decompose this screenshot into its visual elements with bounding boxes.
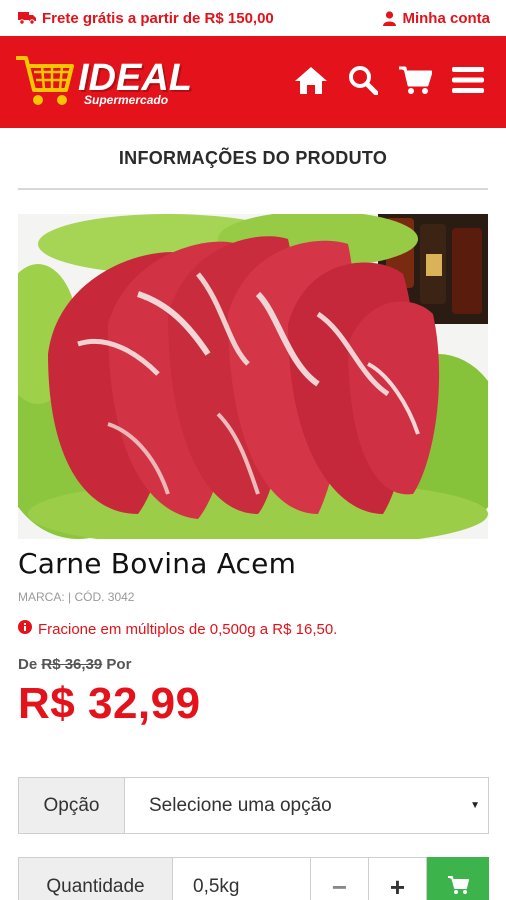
my-account-label[interactable]: Minha conta <box>402 10 490 27</box>
quantity-input[interactable]: 0,5kg <box>173 857 311 900</box>
dropdown-arrow-icon: ▼ <box>470 800 480 811</box>
old-price-suffix: Por <box>106 656 132 673</box>
cart-add-icon <box>447 875 469 900</box>
add-to-cart-button[interactable] <box>427 857 489 900</box>
user-icon <box>383 10 397 26</box>
quantity-label: Quantidade <box>18 857 173 900</box>
quantity-stepper: Quantidade 0,5kg − + <box>18 857 489 900</box>
info-icon <box>18 620 32 638</box>
option-selector: Opção Selecione uma opção ▼ <box>18 777 489 834</box>
product-name: Carne Bovina Acem <box>18 547 297 580</box>
site-header: IDEAL Supermercado <box>0 36 506 128</box>
old-price-line: De R$ 36,39 Por <box>18 656 488 673</box>
option-label: Opção <box>19 778 125 833</box>
product-meta: MARCA: | CÓD. 3042 <box>18 590 135 604</box>
cart-icon[interactable] <box>398 65 433 100</box>
old-price-prefix: De <box>18 656 38 673</box>
section-title: INFORMAÇÕES DO PRODUTO <box>18 128 488 190</box>
logo-title: IDEAL <box>78 56 192 99</box>
decrease-quantity-button[interactable]: − <box>311 857 369 900</box>
logo-wordmark: IDEAL Supermercado <box>78 59 192 106</box>
old-price: R$ 36,39 <box>41 656 103 673</box>
truck-icon <box>18 11 36 25</box>
store-logo[interactable]: IDEAL Supermercado <box>14 52 192 113</box>
free-shipping-text: Frete grátis a partir de R$ 150,00 <box>42 9 274 27</box>
top-info-bar: Frete grátis a partir de R$ 150,00 Minha… <box>0 0 506 36</box>
free-shipping-notice: Frete grátis a partir de R$ 150,00 <box>18 10 274 27</box>
fraction-notice: Fracione em múltiplos de 0,500g a R$ 16,… <box>18 620 488 638</box>
logo-subtitle: Supermercado <box>84 92 169 107</box>
fraction-notice-text: Fracione em múltiplos de 0,500g a R$ 16,… <box>38 620 338 638</box>
option-select[interactable]: Selecione uma opção ▼ <box>125 778 488 833</box>
menu-icon[interactable] <box>452 66 484 99</box>
search-icon[interactable] <box>348 65 379 100</box>
home-icon[interactable] <box>294 65 328 100</box>
my-account-link[interactable]: Minha conta <box>383 10 490 27</box>
option-selected-value[interactable]: Selecione uma opção <box>149 795 332 817</box>
current-price: R$ 32,99 <box>18 679 201 728</box>
shopping-cart-logo-icon <box>14 52 76 113</box>
header-nav <box>294 65 484 100</box>
increase-quantity-button[interactable]: + <box>369 857 427 900</box>
product-image <box>18 214 488 539</box>
